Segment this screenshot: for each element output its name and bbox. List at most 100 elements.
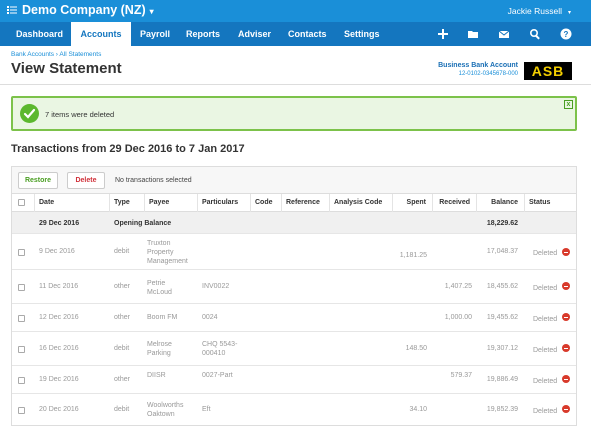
transactions-table: Restore Delete No transactions selected … bbox=[11, 166, 577, 426]
row-date: 20 Dec 2016 bbox=[39, 406, 79, 413]
row-checkbox[interactable] bbox=[18, 284, 25, 291]
success-alert: 7 items were deleted x bbox=[11, 96, 577, 131]
bank-account-number: 12-0102-0345678-000 bbox=[458, 71, 518, 77]
alert-message: 7 items were deleted bbox=[45, 110, 115, 119]
col-spent[interactable]: Spent bbox=[392, 194, 432, 212]
deleted-icon bbox=[562, 344, 570, 352]
delete-button[interactable]: Delete bbox=[67, 172, 105, 189]
row-date: 12 Dec 2016 bbox=[39, 314, 79, 321]
row-particulars: Eft bbox=[202, 406, 211, 413]
row-checkbox[interactable] bbox=[18, 377, 25, 384]
check-circle-icon bbox=[20, 104, 39, 123]
folder-icon[interactable] bbox=[467, 28, 479, 40]
row-date: 16 Dec 2016 bbox=[39, 345, 79, 352]
close-icon[interactable]: x bbox=[564, 100, 573, 109]
row-balance: 17,048.37 bbox=[486, 248, 518, 255]
col-type[interactable]: Type bbox=[109, 194, 144, 212]
col-received[interactable]: Received bbox=[432, 194, 476, 212]
table-row[interactable]: 11 Dec 2016 other Petrie McLoud INV0022 … bbox=[12, 270, 576, 304]
row-particulars: INV0022 bbox=[202, 283, 230, 290]
row-payee: Woolworths Oaktown bbox=[147, 402, 184, 418]
organisation-selector[interactable]: Demo Company (NZ) ▾ bbox=[22, 3, 154, 17]
deleted-icon bbox=[562, 313, 570, 321]
row-status: Deleted bbox=[533, 285, 558, 292]
nav-settings[interactable]: Settings bbox=[344, 22, 380, 46]
row-type: other bbox=[114, 314, 130, 321]
table-header: Date Type Payee Particulars Code Referen… bbox=[12, 194, 576, 212]
select-all-checkbox[interactable] bbox=[18, 199, 25, 206]
row-spent: 148.50 bbox=[405, 345, 427, 352]
col-date[interactable]: Date bbox=[34, 194, 90, 212]
opening-balance-row: 29 Dec 2016 Opening Balance 18,229.62 bbox=[12, 212, 576, 234]
nav-accounts[interactable]: Accounts bbox=[71, 22, 131, 46]
row-date: 9 Dec 2016 bbox=[39, 248, 75, 255]
row-checkbox[interactable] bbox=[18, 315, 25, 322]
breadcrumb[interactable]: Bank Accounts › All Statements bbox=[11, 51, 101, 58]
row-checkbox[interactable] bbox=[18, 407, 25, 414]
add-icon[interactable] bbox=[437, 28, 449, 40]
row-particulars: CHQ 5543-000410 bbox=[202, 341, 238, 357]
header-divider bbox=[0, 84, 591, 85]
nav-payroll[interactable]: Payroll bbox=[140, 22, 170, 46]
search-icon[interactable] bbox=[529, 28, 541, 40]
table-row[interactable]: 20 Dec 2016 debit Woolworths Oaktown Eft… bbox=[12, 394, 576, 426]
row-type: debit bbox=[114, 248, 130, 255]
row-type: debit bbox=[114, 345, 130, 352]
row-balance: 19,852.39 bbox=[486, 406, 518, 413]
top-bar: Demo Company (NZ) ▾ Jackie Russell ▾ bbox=[0, 0, 591, 22]
chevron-down-icon: ▾ bbox=[567, 10, 571, 16]
col-analysis-code[interactable]: Analysis Code bbox=[329, 194, 392, 212]
svg-text:?: ? bbox=[564, 30, 569, 39]
deleted-icon bbox=[562, 375, 570, 383]
bank-logo: ASB bbox=[524, 62, 572, 80]
restore-button[interactable]: Restore bbox=[18, 172, 58, 189]
row-payee: Petrie McLoud bbox=[147, 280, 172, 296]
row-status: Deleted bbox=[533, 378, 558, 385]
col-particulars[interactable]: Particulars bbox=[197, 194, 250, 212]
row-payee: Boom FM bbox=[147, 314, 178, 321]
row-particulars: 0024 bbox=[202, 314, 218, 321]
col-reference[interactable]: Reference bbox=[281, 194, 329, 212]
table-row[interactable]: 19 Dec 2016 other DIISR 0027-Part 579.37… bbox=[12, 366, 576, 394]
nav-adviser[interactable]: Adviser bbox=[238, 22, 271, 46]
opening-label: Opening Balance bbox=[114, 220, 172, 227]
row-status: Deleted bbox=[533, 347, 558, 354]
bank-account-name[interactable]: Business Bank Account bbox=[438, 62, 518, 69]
row-received: 1,407.25 bbox=[444, 283, 472, 290]
row-balance: 19,307.12 bbox=[486, 345, 518, 352]
deleted-icon bbox=[562, 248, 570, 256]
menu-icon[interactable] bbox=[7, 5, 17, 15]
row-status: Deleted bbox=[533, 250, 558, 257]
nav-reports[interactable]: Reports bbox=[186, 22, 220, 46]
row-received: 1,000.00 bbox=[444, 314, 472, 321]
col-balance[interactable]: Balance bbox=[476, 194, 524, 212]
row-particulars: 0027-Part bbox=[202, 372, 233, 379]
row-date: 11 Dec 2016 bbox=[39, 283, 79, 290]
row-status: Deleted bbox=[533, 408, 558, 415]
nav-contacts[interactable]: Contacts bbox=[288, 22, 327, 46]
chevron-down-icon: ▾ bbox=[149, 7, 154, 16]
selection-info: No transactions selected bbox=[115, 177, 192, 184]
user-menu[interactable]: Jackie Russell ▾ bbox=[508, 6, 571, 16]
table-row[interactable]: 16 Dec 2016 debit Melrose Parking CHQ 55… bbox=[12, 332, 576, 366]
help-icon[interactable]: ? bbox=[560, 28, 572, 40]
mail-icon[interactable] bbox=[498, 28, 510, 40]
table-row[interactable]: 12 Dec 2016 other Boom FM 0024 1,000.00 … bbox=[12, 304, 576, 332]
row-checkbox[interactable] bbox=[18, 346, 25, 353]
row-type: debit bbox=[114, 406, 130, 413]
table-row[interactable]: 9 Dec 2016 debit Truxton Property Manage… bbox=[12, 234, 576, 270]
row-date: 19 Dec 2016 bbox=[39, 376, 79, 383]
row-spent: 1,181.25 bbox=[399, 252, 427, 259]
main-nav: Dashboard Accounts Payroll Reports Advis… bbox=[0, 22, 591, 46]
row-status: Deleted bbox=[533, 316, 558, 323]
table-toolbar: Restore Delete No transactions selected bbox=[12, 167, 576, 194]
col-code[interactable]: Code bbox=[250, 194, 281, 212]
opening-balance: 18,229.62 bbox=[486, 220, 518, 227]
organisation-name: Demo Company (NZ) bbox=[22, 3, 146, 17]
row-checkbox[interactable] bbox=[18, 249, 25, 256]
transactions-title: Transactions from 29 Dec 2016 to 7 Jan 2… bbox=[11, 143, 245, 155]
col-payee[interactable]: Payee bbox=[144, 194, 197, 212]
col-status[interactable]: Status bbox=[524, 194, 576, 212]
nav-dashboard[interactable]: Dashboard bbox=[16, 22, 63, 46]
row-type: other bbox=[114, 283, 130, 290]
